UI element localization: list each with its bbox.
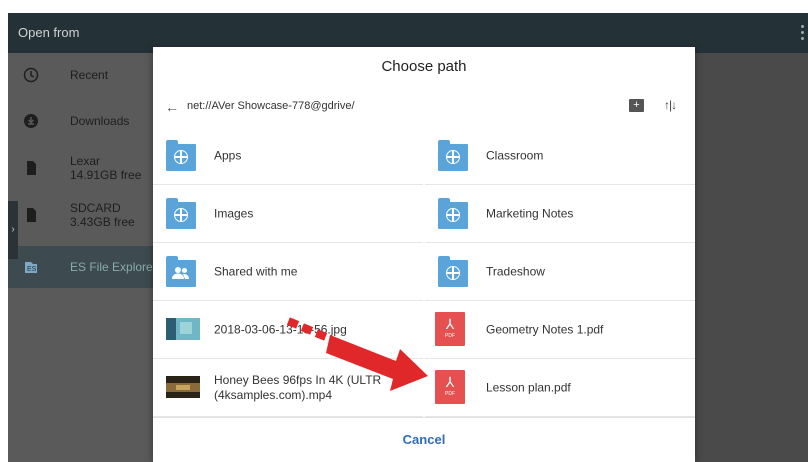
screen: Open from Recent Downloads Lexar 14.91GB … (8, 13, 808, 462)
annotation-arrow-icon (286, 317, 428, 391)
